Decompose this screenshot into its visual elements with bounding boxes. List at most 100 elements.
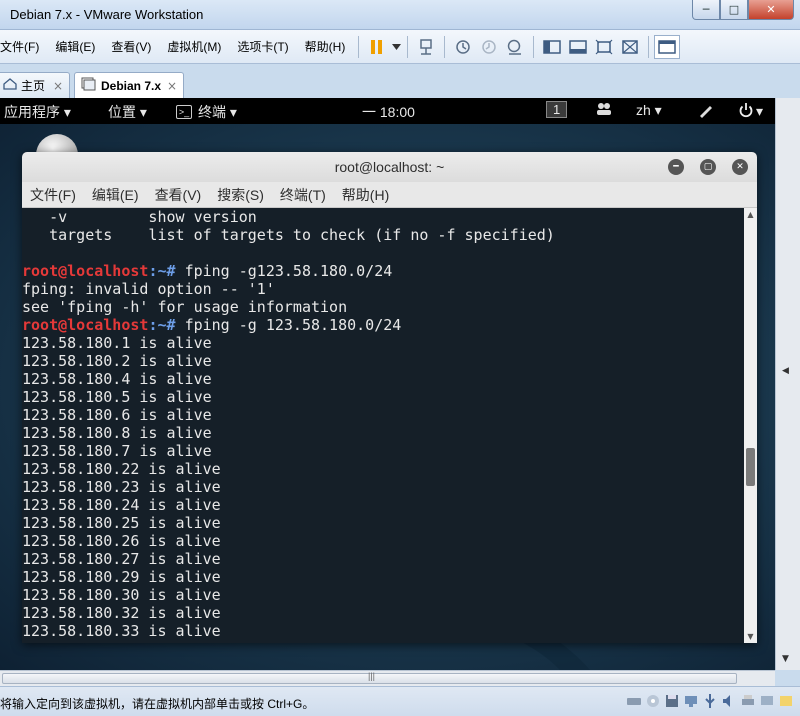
- floppy-icon[interactable]: [664, 693, 680, 709]
- terminal-menu-terminal[interactable]: 终端(T): [272, 185, 334, 205]
- terminal-window[interactable]: root@localhost: ~ ━ ▢ ✕ 文件(F) 编辑(E) 查看(V…: [22, 152, 757, 643]
- terminal-titlebar: root@localhost: ~ ━ ▢ ✕: [22, 152, 757, 182]
- minimize-button[interactable]: ─: [692, 0, 720, 20]
- tab-home[interactable]: 主页 ×: [0, 72, 70, 98]
- terminal-app-menu[interactable]: >_ 终端 ▾: [176, 102, 237, 122]
- menu-edit[interactable]: 编辑(E): [47, 38, 103, 55]
- vm-vertical-scrollbar[interactable]: ◀ ▼: [775, 98, 800, 670]
- cd-rom-icon[interactable]: [645, 693, 661, 709]
- terminal-output-line: targets list of targets to check (if no …: [22, 226, 555, 244]
- scroll-up-icon[interactable]: ▲: [746, 210, 755, 219]
- terminal-menubar: 文件(F) 编辑(E) 查看(V) 搜索(S) 终端(T) 帮助(H): [22, 182, 757, 208]
- gnome-top-panel: 应用程序 ▾ 位置 ▾ >_ 终端 ▾ 一 18:00 1 zh ▾ ▾: [0, 98, 775, 124]
- terminal-output-line: 123.58.180.22 is alive: [22, 460, 221, 478]
- toolbar-separator: [533, 35, 535, 58]
- window-controls: ─ □ ✕: [692, 0, 794, 20]
- command-text: fping -g123.58.180.0/24: [184, 262, 393, 280]
- clock[interactable]: 一 18:00: [362, 102, 415, 122]
- terminal-output-line: 123.58.180.29 is alive: [22, 568, 221, 586]
- pen-icon[interactable]: [698, 102, 714, 121]
- terminal-output-line: -v show version: [22, 208, 257, 226]
- scroll-down-icon[interactable]: ▼: [746, 632, 755, 641]
- terminal-scrollbar[interactable]: ▲ ▼: [744, 208, 757, 643]
- terminal-output-line: 123.58.180.26 is alive: [22, 532, 221, 550]
- network-icon[interactable]: [683, 693, 699, 709]
- terminal-title: root@localhost: ~: [334, 159, 445, 175]
- chevron-down-icon[interactable]: [390, 35, 402, 59]
- menu-help[interactable]: 帮助(H): [297, 38, 354, 55]
- terminal-scroll-thumb[interactable]: [746, 448, 755, 486]
- device-icons: [626, 693, 794, 709]
- tab-home-label: 主页: [21, 79, 46, 93]
- prompt-path: :~#: [148, 262, 185, 280]
- thumbnail-view-icon[interactable]: [565, 35, 591, 59]
- scroll-left-icon[interactable]: ◀: [782, 366, 789, 376]
- terminal-output-line: 123.58.180.27 is alive: [22, 550, 221, 568]
- display-icon[interactable]: [759, 693, 775, 709]
- tab-home-close-icon[interactable]: ×: [53, 79, 63, 93]
- terminal-output[interactable]: -v show version targets list of targets …: [22, 208, 744, 643]
- menubar: 文件(F) 编辑(E) 查看(V) 虚拟机(M) 选项卡(T) 帮助(H): [0, 30, 800, 64]
- terminal-minimize-icon[interactable]: ━: [668, 159, 684, 175]
- people-icon[interactable]: [596, 102, 612, 119]
- vm-screen[interactable]: 应用程序 ▾ 位置 ▾ >_ 终端 ▾ 一 18:00 1 zh ▾ ▾ roo…: [0, 98, 775, 670]
- terminal-icon: >_: [176, 105, 192, 119]
- power-menu[interactable]: ▾: [738, 102, 763, 121]
- console-view-icon[interactable]: [654, 34, 681, 59]
- terminal-menu-search[interactable]: 搜索(S): [209, 185, 272, 205]
- fullscreen-icon[interactable]: [591, 35, 617, 59]
- close-button[interactable]: ✕: [748, 0, 794, 20]
- terminal-menu-edit[interactable]: 编辑(E): [84, 185, 147, 205]
- terminal-output-line: 123.58.180.5 is alive: [22, 388, 212, 406]
- menu-tabs[interactable]: 选项卡(T): [229, 38, 296, 55]
- tab-debian[interactable]: Debian 7.x ×: [74, 72, 184, 98]
- snapshot-manager-icon[interactable]: [502, 35, 528, 59]
- printer-icon[interactable]: [740, 693, 756, 709]
- pause-icon[interactable]: [364, 35, 390, 59]
- scroll-down-icon[interactable]: ▼: [782, 654, 789, 664]
- terminal-menu-help[interactable]: 帮助(H): [334, 185, 397, 205]
- tab-debian-label: Debian 7.x: [101, 78, 162, 93]
- tab-strip: 主页 × Debian 7.x ×: [0, 64, 800, 98]
- unity-mode-icon[interactable]: [617, 35, 643, 59]
- terminal-maximize-icon[interactable]: ▢: [700, 159, 716, 175]
- toolbar-separator: [648, 35, 650, 58]
- hard-disk-icon[interactable]: [626, 693, 642, 709]
- power-menu-arrow: ▾: [756, 103, 764, 119]
- message-icon[interactable]: [778, 693, 794, 709]
- snapshot-icon[interactable]: [450, 35, 476, 59]
- sound-icon[interactable]: [721, 693, 737, 709]
- menu-file[interactable]: 文件(F): [0, 38, 47, 55]
- terminal-lines: -v show version targets list of targets …: [22, 208, 555, 640]
- statusbar: 将输入定向到该虚拟机，请在虚拟机内部单击或按 Ctrl+G。: [0, 686, 800, 716]
- terminal-menu-view[interactable]: 查看(V): [147, 185, 210, 205]
- places-menu[interactable]: 位置 ▾: [108, 102, 147, 122]
- terminal-output-line: 123.58.180.23 is alive: [22, 478, 221, 496]
- toolbar-separator: [444, 35, 446, 58]
- applications-menu[interactable]: 应用程序 ▾: [4, 102, 71, 122]
- terminal-menu-file[interactable]: 文件(F): [22, 185, 84, 205]
- prompt-user: root@localhost: [22, 316, 149, 334]
- menu-vm[interactable]: 虚拟机(M): [159, 38, 229, 55]
- sidebar-view-icon[interactable]: [539, 35, 565, 59]
- vm-horizontal-scrollbar[interactable]: |||: [0, 670, 775, 686]
- power-icon: [738, 102, 756, 121]
- terminal-output-line: 123.58.180.24 is alive: [22, 496, 221, 514]
- terminal-output-line: fping: invalid option -- '1': [22, 280, 275, 298]
- terminal-command-line: root@localhost:~# fping -g 123.58.180.0/…: [22, 316, 555, 334]
- send-ctrl-alt-del-icon[interactable]: [413, 35, 439, 59]
- usb-icon[interactable]: [702, 693, 718, 709]
- terminal-output-line: 123.58.180.8 is alive: [22, 424, 212, 442]
- revert-snapshot-icon[interactable]: [476, 35, 502, 59]
- tab-debian-close-icon[interactable]: ×: [167, 79, 177, 93]
- toolbar-separator: [358, 35, 360, 58]
- menu-view[interactable]: 查看(V): [103, 38, 159, 55]
- terminal-output-line: 123.58.180.33 is alive: [22, 622, 221, 640]
- maximize-button[interactable]: □: [720, 0, 748, 20]
- terminal-output-line: 123.58.180.1 is alive: [22, 334, 212, 352]
- terminal-app-menu-label: 终端 ▾: [198, 104, 237, 120]
- terminal-close-icon[interactable]: ✕: [732, 159, 748, 175]
- workspace-indicator[interactable]: 1: [546, 101, 568, 118]
- language-selector[interactable]: zh ▾: [636, 102, 662, 119]
